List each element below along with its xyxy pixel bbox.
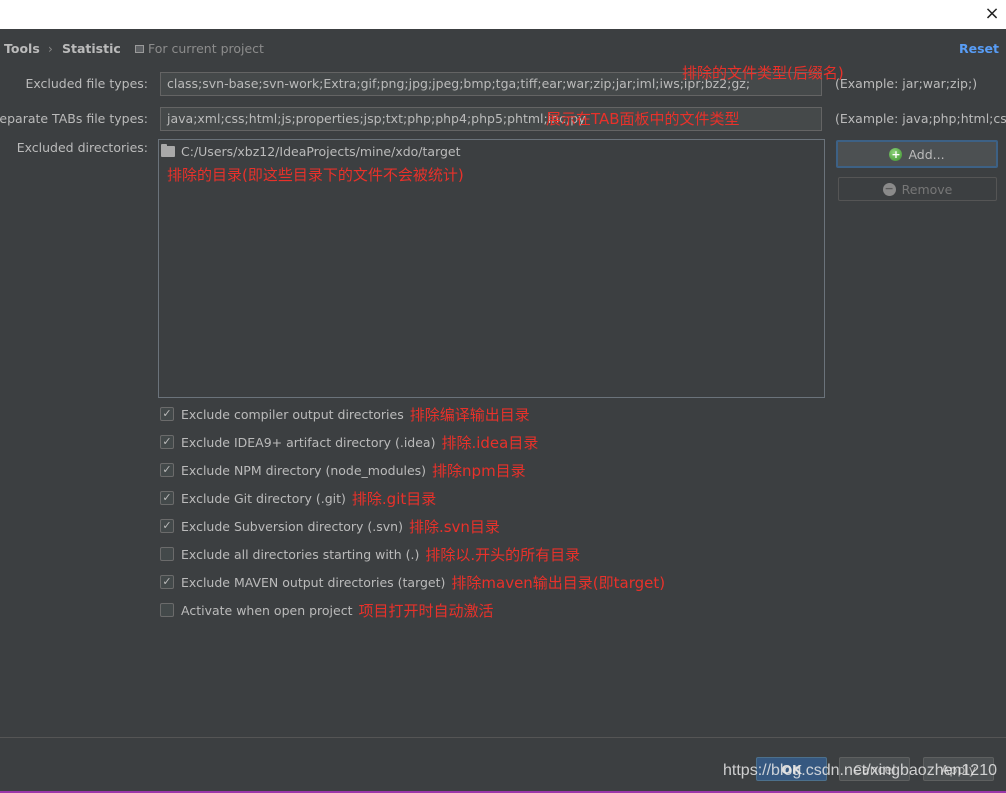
separate-tabs-value: java;xml;css;html;js;properties;jsp;txt;… xyxy=(167,111,586,126)
remove-label: Remove xyxy=(901,181,953,197)
option-annotation: 项目打开时自动激活 xyxy=(358,601,494,620)
breadcrumb-tools[interactable]: Tools xyxy=(4,41,40,56)
remove-icon: − xyxy=(882,181,896,196)
option-activate-on-open[interactable]: Activate when open project 项目打开时自动激活 xyxy=(160,599,494,621)
option-annotation: 排除npm目录 xyxy=(432,461,526,480)
option-label: Exclude IDEA9+ artifact directory (.idea… xyxy=(181,434,436,450)
excluded-types-annotation: 排除的文件类型(后缀名) xyxy=(682,64,844,82)
checkbox-checked[interactable]: ✓ xyxy=(160,435,174,449)
option-exclude-maven[interactable]: ✓ Exclude MAVEN output directories (targ… xyxy=(160,571,665,593)
option-exclude-compiler-output[interactable]: ✓ Exclude compiler output directories 排除… xyxy=(160,403,530,425)
checkbox-checked[interactable]: ✓ xyxy=(160,463,174,477)
list-item[interactable]: C:/Users/xbz12/IdeaProjects/mine/xdo/tar… xyxy=(161,142,461,160)
breadcrumb-separator: › xyxy=(48,42,53,56)
excluded-dirs-annotation: 排除的目录(即这些目录下的文件不会被统计) xyxy=(167,166,464,184)
option-label: Activate when open project xyxy=(181,602,353,618)
add-directory-button[interactable]: + Add... xyxy=(836,140,998,168)
option-exclude-idea[interactable]: ✓ Exclude IDEA9+ artifact directory (.id… xyxy=(160,431,538,453)
dir-path: C:/Users/xbz12/IdeaProjects/mine/xdo/tar… xyxy=(181,143,461,159)
excluded-types-hint: (Example: jar;war;zip;) xyxy=(835,76,978,91)
option-exclude-dot-dirs[interactable]: Exclude all directories starting with (.… xyxy=(160,543,580,565)
separate-tabs-hint: (Example: java;php;html;css;) xyxy=(835,111,1006,126)
option-annotation: 排除.svn目录 xyxy=(408,517,500,536)
excluded-dirs-label: Excluded directories: xyxy=(16,140,148,155)
footer-divider xyxy=(0,737,1006,738)
option-label: Exclude Subversion directory (.svn) xyxy=(181,518,403,534)
checkbox-checked[interactable]: ✓ xyxy=(160,575,174,589)
breadcrumb-statistic: Statistic xyxy=(62,41,121,56)
checkbox-checked[interactable]: ✓ xyxy=(160,407,174,421)
separate-tabs-annotation: 展示在TAB面板中的文件类型 xyxy=(546,110,740,128)
option-exclude-svn[interactable]: ✓ Exclude Subversion directory (.svn) 排除… xyxy=(160,515,500,537)
reset-link[interactable]: Reset xyxy=(959,41,999,56)
apply-button[interactable]: Apply xyxy=(923,757,994,781)
checkbox-checked[interactable]: ✓ xyxy=(160,491,174,505)
option-label: Exclude compiler output directories xyxy=(181,406,404,422)
checkbox-unchecked[interactable] xyxy=(160,603,174,617)
ok-button[interactable]: OK xyxy=(756,757,827,781)
close-icon[interactable]: × xyxy=(982,4,1002,24)
option-exclude-npm[interactable]: ✓ Exclude NPM directory (node_modules) 排… xyxy=(160,459,526,481)
option-label: Exclude all directories starting with (.… xyxy=(181,546,420,562)
option-annotation: 排除编译输出目录 xyxy=(409,405,530,424)
checkbox-checked[interactable]: ✓ xyxy=(160,519,174,533)
option-exclude-git[interactable]: ✓ Exclude Git directory (.git) 排除.git目录 xyxy=(160,487,436,509)
project-scope-label: For current project xyxy=(148,41,264,56)
option-label: Exclude Git directory (.git) xyxy=(181,490,346,506)
separate-tabs-label: Separate TABs file types: xyxy=(0,111,148,126)
remove-directory-button[interactable]: − Remove xyxy=(838,177,997,201)
project-scope-icon xyxy=(135,45,144,53)
folder-icon xyxy=(161,143,175,157)
option-label: Exclude MAVEN output directories (target… xyxy=(181,574,446,590)
option-label: Exclude NPM directory (node_modules) xyxy=(181,462,427,478)
option-annotation: 排除maven输出目录(即target) xyxy=(451,573,666,592)
add-label: Add... xyxy=(908,146,945,162)
option-annotation: 排除以.开头的所有目录 xyxy=(425,545,581,564)
cancel-button[interactable]: Cancel xyxy=(839,757,910,781)
checkbox-unchecked[interactable] xyxy=(160,547,174,561)
window-titlebar: × xyxy=(0,0,1006,29)
option-annotation: 排除.git目录 xyxy=(351,489,437,508)
add-icon: + xyxy=(889,147,903,161)
option-annotation: 排除.idea目录 xyxy=(441,433,539,452)
excluded-types-label: Excluded file types: xyxy=(25,76,148,91)
